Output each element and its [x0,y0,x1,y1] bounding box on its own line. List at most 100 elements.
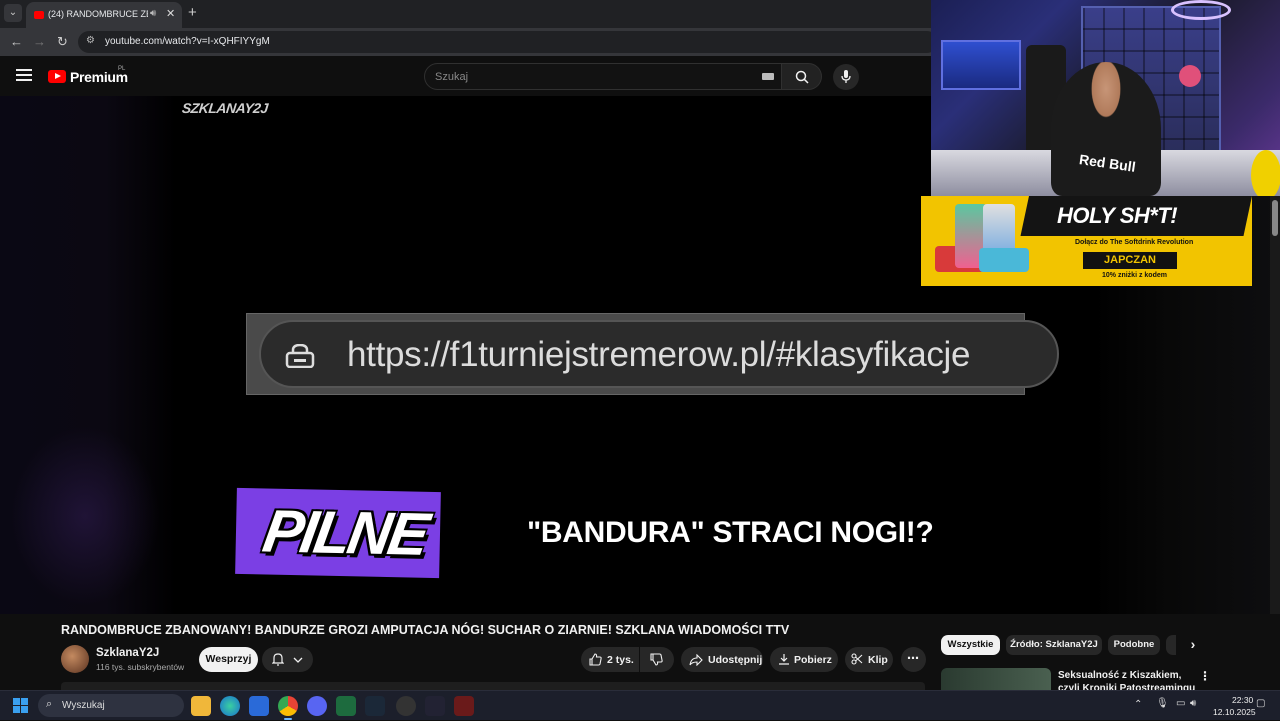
new-tab-icon[interactable]: + [188,4,197,21]
close-tab-icon[interactable]: ✕ [166,7,175,20]
video-headline: "BANDURA" STRACI NOGI!? [527,516,934,549]
subscriber-count: 116 tys. subskrybentów [96,662,185,672]
steam-icon[interactable] [365,696,385,716]
obs-icon[interactable] [396,696,416,716]
chrome-icon[interactable] [278,696,298,720]
download-button[interactable]: Pobierz [770,647,838,672]
support-button[interactable]: Wesprzyj [199,647,258,672]
youtube-logo-icon[interactable] [48,70,66,83]
game-icon[interactable] [454,696,474,716]
url-text[interactable]: youtube.com/watch?v=I-xQHFIYYgM [105,36,270,47]
chip-all[interactable]: Wszystkie [941,635,1000,655]
share-icon [689,654,703,666]
share-label: Udostępnij [708,654,763,666]
clock-date[interactable]: 12.10.2025 [1213,707,1256,717]
ad-discount: 10% zniżki z kodem [1102,272,1167,279]
chevron-down-icon [293,657,303,663]
ring-light [1171,0,1231,20]
plush-toy [1179,65,1201,87]
chip-source[interactable]: Źródło: SzklanaY2J [1006,635,1102,655]
bell-icon [272,653,284,666]
site-info-icon[interactable]: ⚙︎ [86,35,95,46]
desk-lamp [1251,150,1280,196]
browser-tab[interactable]: (24) RANDOMBRUCE ZBANOWANY! BANDURZE GRO… [26,2,182,28]
search-button[interactable] [782,63,822,90]
video-left-backdrop [0,96,176,614]
store-icon[interactable] [249,696,269,716]
dislike-button[interactable] [640,647,674,672]
share-button[interactable]: Udostępnij [681,647,763,672]
microphone-icon [841,70,851,83]
tray-chevron-up-icon[interactable]: ⌃ [1134,699,1142,710]
discord-icon[interactable] [307,696,327,716]
aquarium [941,40,1021,90]
omnibox[interactable]: ⚙︎ youtube.com/watch?v=I-xQHFIYYgM [78,31,938,53]
lock-icon [285,344,315,368]
more-actions-button[interactable]: ⋯ [901,647,926,672]
video-info: RANDOMBRUCE ZBANOWANY! BANDURZE GROZI AM… [0,614,1280,690]
recommended-thumbnail[interactable] [941,668,1051,690]
download-label: Pobierz [794,654,832,666]
channel-avatar[interactable] [61,645,89,673]
youtube-favicon-icon [34,11,44,19]
tab-search-icon[interactable]: ⌄ [4,4,22,22]
description-box[interactable] [61,682,925,690]
app-icon[interactable] [425,696,445,716]
clip-label: Klip [868,654,888,666]
thumbs-up-icon [589,653,602,666]
volume-icon[interactable]: 🔊︎ [1190,698,1196,709]
facecam-overlay: Red Bull [931,0,1280,196]
file-explorer-icon[interactable] [191,696,211,716]
search-box[interactable] [424,63,782,90]
sponsor-ad: HOLY SH*T! Dołącz do The Softdrink Revol… [921,196,1252,286]
reload-icon[interactable]: ↻ [57,34,68,50]
thumbs-down-icon [650,653,663,666]
excel-icon[interactable] [336,696,356,716]
like-count: 2 tys. [607,654,634,666]
scrollbar-thumb[interactable] [1272,200,1278,236]
more-dots-icon: ⋯ [907,651,919,665]
forward-icon[interactable]: → [33,34,46,49]
page-scrollbar[interactable] [1270,196,1280,686]
search-icon [795,70,809,84]
recommended-title[interactable]: Seksualność z Kiszakiem, czyli Kroniki P… [1058,669,1198,690]
ad-code: JAPCZAN [1083,252,1177,269]
edge-icon[interactable] [220,696,240,716]
windows-start-icon[interactable] [13,698,29,714]
windows-taskbar: ⌕ Wyszukaj ⌃ 🎙︎ ▭ 🔊︎ ▢ 22:30 12.10.2025 [0,690,1280,720]
clock-time[interactable]: 22:30 [1232,695,1253,705]
country-code: PL [118,66,126,72]
chip-related[interactable]: Podobne [1108,635,1160,655]
streamer [1051,62,1161,196]
product-box [979,248,1029,272]
channel-name[interactable]: SzklanaY2J [96,647,159,659]
search-icon: ⌕ [46,698,53,710]
taskbar-search-label: Wyszukaj [62,700,105,711]
ad-subtitle: Dołącz do The Softdrink Revolution [1075,239,1194,246]
voice-search-button[interactable] [833,64,859,90]
clip-button[interactable]: Klip [845,647,893,672]
system-tray: ⌃ 🎙︎ ▭ 🔊︎ ▢ [1130,691,1280,721]
notifications-button[interactable] [262,647,313,672]
back-icon[interactable]: ← [10,34,23,49]
banner-url-text: https://f1turniejstremerow.pl/#klasyfika… [347,335,971,374]
like-button[interactable]: 2 tys. [581,647,639,672]
url-banner: https://f1turniejstremerow.pl/#klasyfika… [246,313,1059,395]
download-icon [779,654,789,665]
urgent-tag: PILNE [235,487,441,579]
speaker-icon[interactable]: 🔊︎ [150,8,156,19]
notification-icon[interactable]: ▢ [1256,698,1265,709]
chip-overflow [1166,635,1176,655]
channel-watermark: SZKLANAY2J [181,100,269,116]
kebab-menu-icon[interactable]: ⋮ [1199,669,1211,683]
microphone-icon[interactable]: 🎙︎ [1156,698,1169,709]
network-icon[interactable]: ▭ [1176,698,1185,709]
tab-title: (24) RANDOMBRUCE ZBANOWANY! BANDURZE GRO… [48,9,148,19]
taskbar-search[interactable]: ⌕ Wyszukaj [38,694,184,717]
scissors-icon [851,653,863,665]
keyboard-icon[interactable] [762,73,774,80]
chevron-right-icon[interactable]: › [1183,635,1203,655]
search-input[interactable] [435,68,755,86]
menu-icon[interactable] [16,69,32,83]
urgent-tag-label: PILNE [258,497,432,568]
